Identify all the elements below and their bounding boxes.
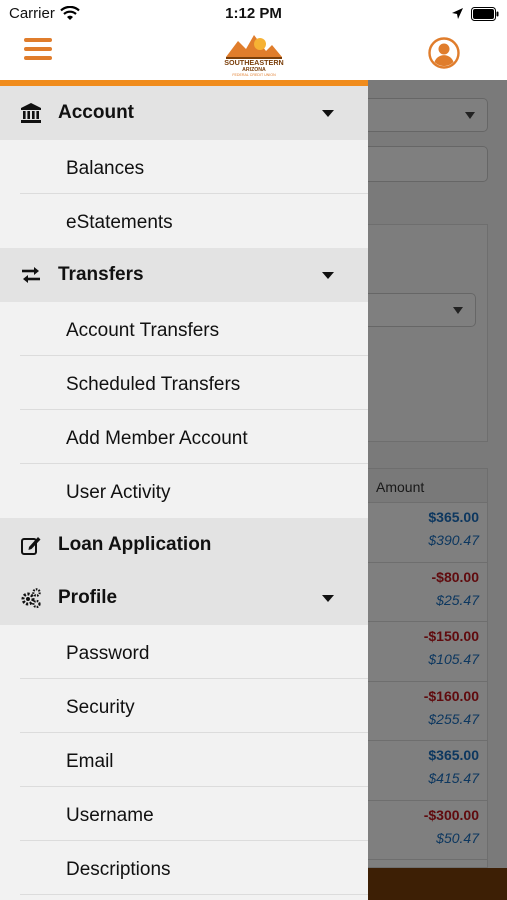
menu-item-password[interactable]: Password bbox=[0, 625, 368, 679]
navigation-drawer: Account Balances eStatements Transfers A… bbox=[0, 80, 368, 900]
menu-item-account-transfers[interactable]: Account Transfers bbox=[0, 302, 368, 356]
transfer-arrows-icon bbox=[22, 267, 40, 283]
menu-section-loan-application[interactable]: Loan Application bbox=[0, 518, 368, 571]
location-arrow-icon bbox=[452, 8, 463, 19]
menu-item-security[interactable]: Security bbox=[0, 679, 368, 733]
caret-down-icon[interactable] bbox=[322, 595, 334, 602]
menu-item-balances[interactable]: Balances bbox=[0, 140, 368, 194]
status-bar: Carrier 1:12 PM bbox=[0, 0, 507, 28]
menu-item-add-member-account[interactable]: Add Member Account bbox=[0, 410, 368, 464]
clock: 1:12 PM bbox=[225, 5, 282, 22]
gears-icon bbox=[21, 588, 41, 609]
menu-section-label: Profile bbox=[58, 587, 118, 608]
menu-section-label: Transfers bbox=[58, 264, 144, 285]
menu-item-estatements[interactable]: eStatements bbox=[0, 194, 368, 248]
menu-item-scheduled-transfers[interactable]: Scheduled Transfers bbox=[0, 356, 368, 410]
caret-down-icon[interactable] bbox=[322, 110, 334, 117]
edit-icon bbox=[21, 537, 41, 555]
menu-item-descriptions[interactable]: Descriptions bbox=[0, 841, 368, 895]
menu-section-account[interactable]: Account bbox=[0, 86, 368, 140]
svg-text:SOUTHEASTERN: SOUTHEASTERN bbox=[224, 58, 284, 67]
menu-item-user-activity[interactable]: User Activity bbox=[0, 464, 368, 518]
menu-section-label: Loan Application bbox=[58, 534, 212, 555]
menu-item-email[interactable]: Email bbox=[0, 733, 368, 787]
menu-section-label: Account bbox=[58, 102, 134, 123]
credit-union-logo: SOUTHEASTERN ARIZONA FEDERAL CREDIT UNIO… bbox=[224, 35, 284, 77]
menu-section-transfers[interactable]: Transfers bbox=[0, 248, 368, 302]
hamburger-menu-icon[interactable] bbox=[24, 38, 52, 62]
menu-section-profile[interactable]: Profile bbox=[0, 571, 368, 625]
caret-down-icon[interactable] bbox=[322, 272, 334, 279]
menu-item-username[interactable]: Username bbox=[0, 787, 368, 841]
user-profile-icon[interactable] bbox=[428, 37, 460, 69]
bank-icon bbox=[21, 103, 41, 123]
battery-icon bbox=[471, 7, 499, 21]
app-header: SOUTHEASTERN ARIZONA FEDERAL CREDIT UNIO… bbox=[0, 28, 507, 80]
svg-text:FEDERAL CREDIT UNION: FEDERAL CREDIT UNION bbox=[232, 73, 276, 77]
